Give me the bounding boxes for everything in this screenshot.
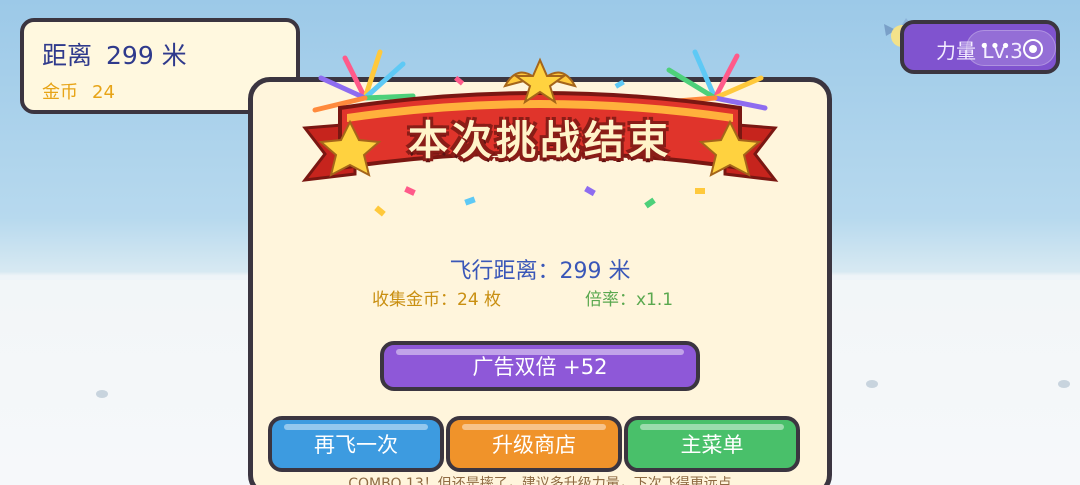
hud-distance-value: 299 米: [106, 41, 187, 70]
banner-title: 本次挑战结束: [408, 118, 672, 164]
snow-mark: [96, 390, 108, 398]
collected-coins: 收集金币：24 枚: [372, 290, 502, 310]
upgrade-shop-button[interactable]: 升级商店: [446, 416, 622, 472]
fly-again-button[interactable]: 再飞一次: [268, 416, 444, 472]
hud-coin-label: 金币: [42, 82, 78, 103]
close-target-icon[interactable]: [1023, 39, 1043, 59]
main-menu-button[interactable]: 主菜单: [624, 416, 800, 472]
snow-mark: [1058, 380, 1070, 388]
flight-distance: 飞行距离：299 米: [449, 259, 631, 284]
ad-double-button[interactable]: 广告双倍 +52: [380, 341, 700, 391]
hud-distance: 距离 299 米: [42, 36, 187, 72]
power-level-button[interactable]: 力量 Lv.3 •••: [900, 20, 1060, 74]
combo-tip: COMBO 13！但还是摔了，建议多升级力量，下次飞得更远点: [348, 476, 732, 485]
hud-coins: 金币 24: [42, 78, 115, 104]
mini-program-capsule[interactable]: •••: [966, 30, 1056, 66]
more-dots-icon[interactable]: •••: [979, 36, 1011, 57]
multiplier: 倍率：x1.1: [585, 290, 674, 310]
hud-coin-value: 24: [92, 82, 115, 103]
snow-mark: [866, 380, 878, 388]
hud-distance-label: 距离: [42, 41, 93, 70]
